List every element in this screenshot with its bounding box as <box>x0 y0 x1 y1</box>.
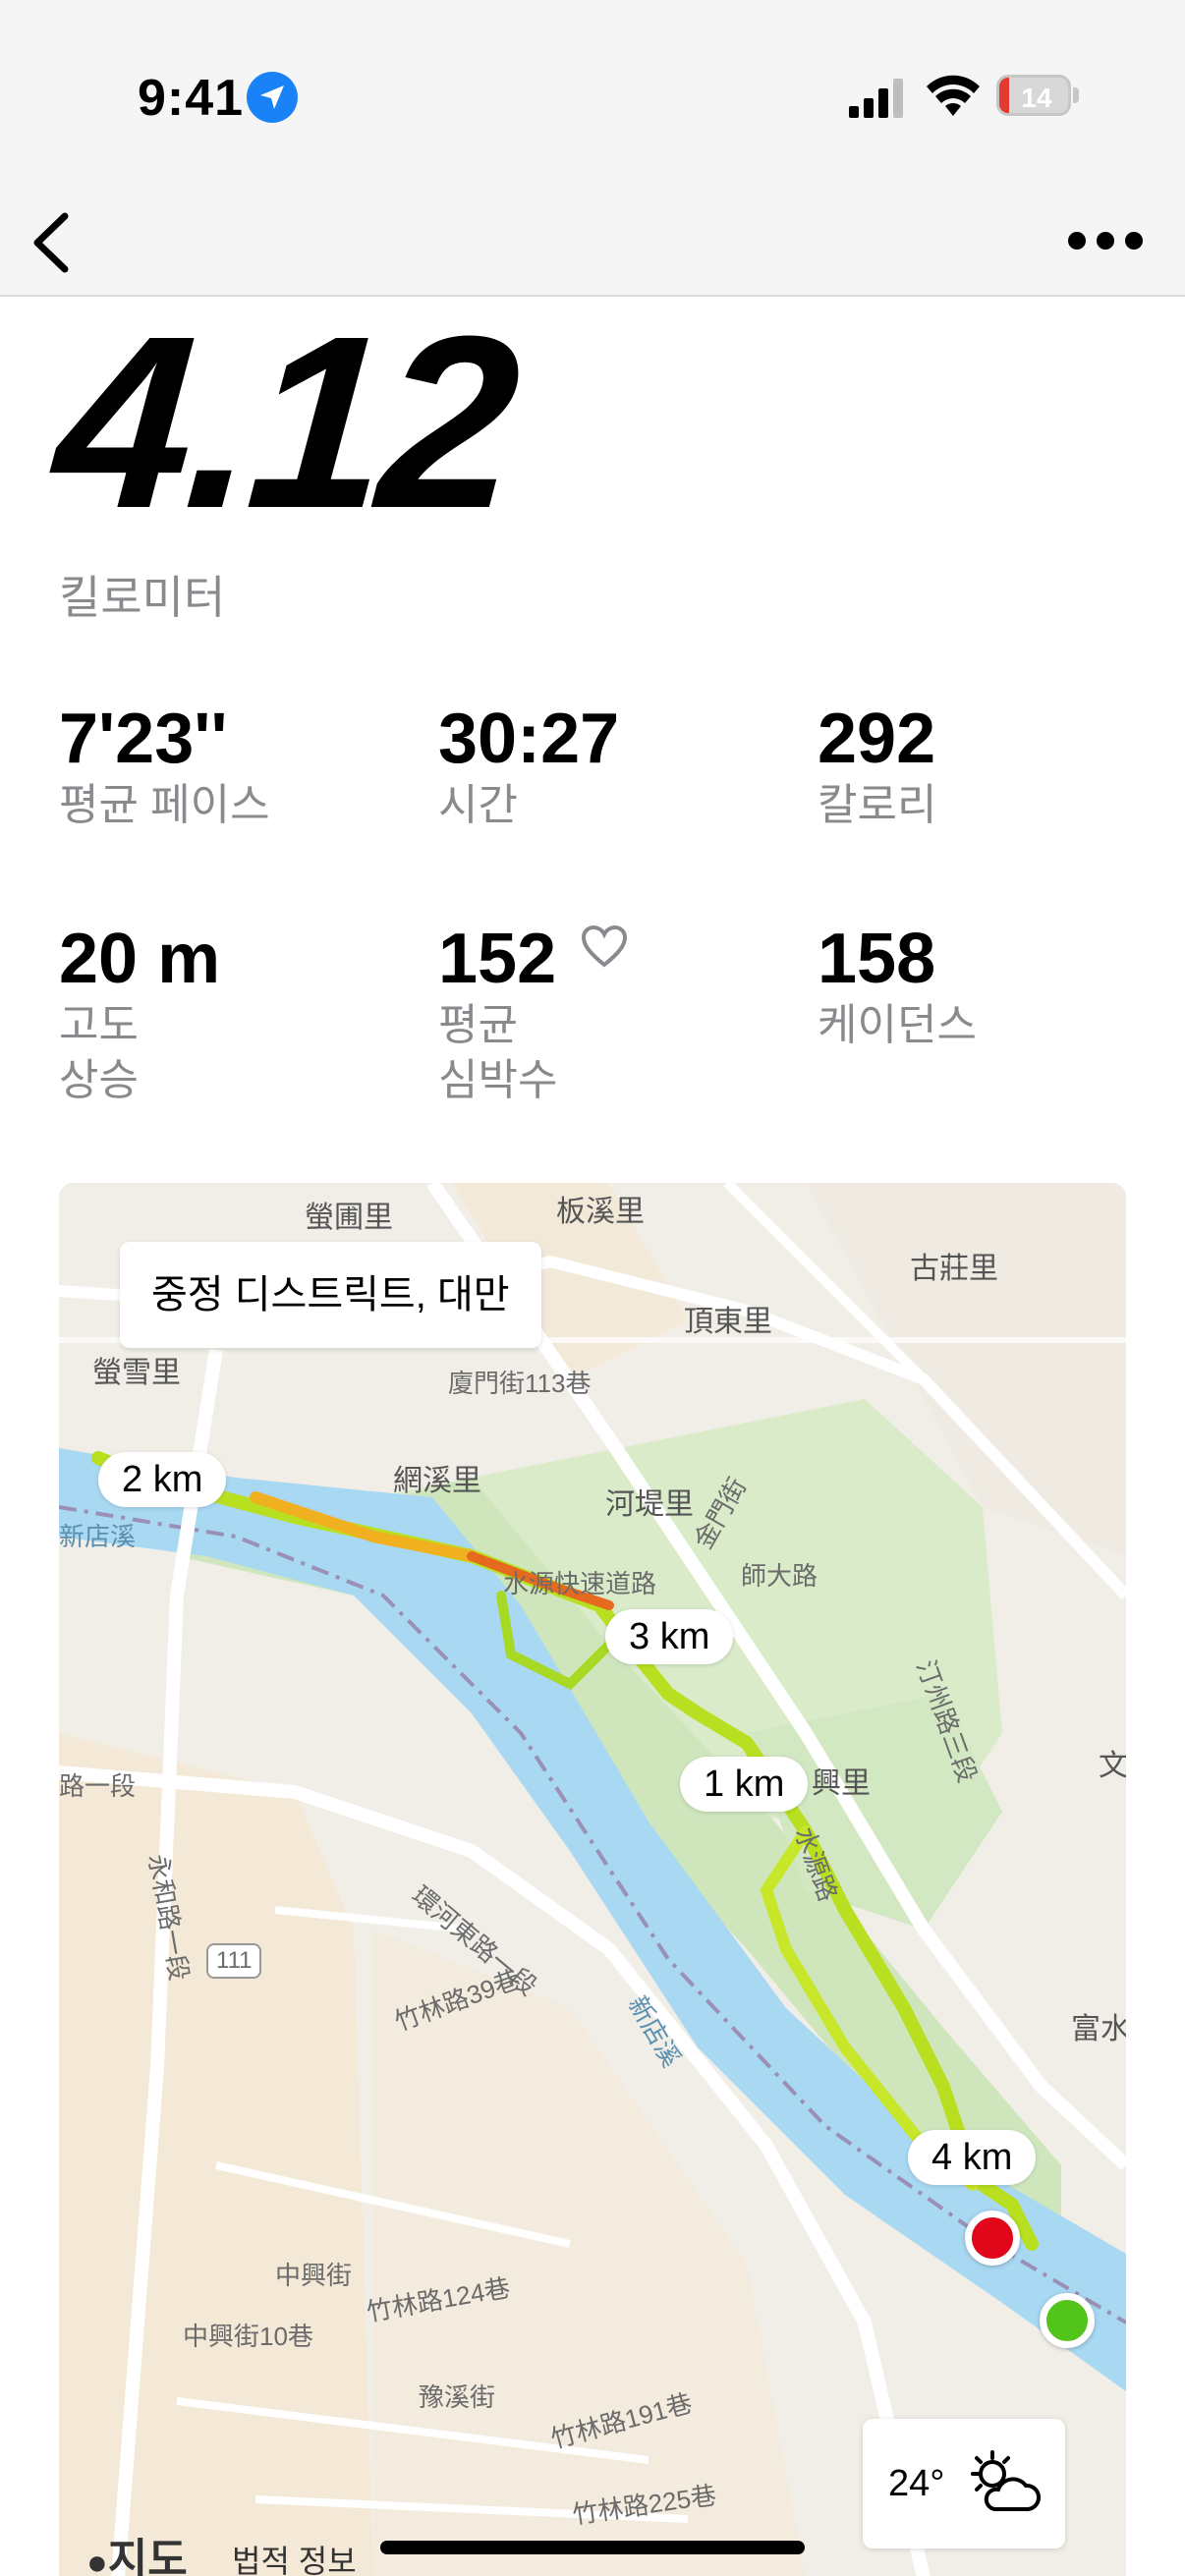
battery-icon: 14 <box>996 75 1079 116</box>
stat-cadence: 158 케이던스 <box>818 920 977 1053</box>
stat-label: 케이던스 <box>818 1001 977 1049</box>
wifi-icon <box>927 75 980 116</box>
stat-duration: 30:27 시간 <box>438 700 619 833</box>
stat-average-pace: 7'23'' 평균 페이스 <box>59 700 270 833</box>
stat-label: 시간 <box>438 781 518 829</box>
map-label: 螢雪里 <box>92 1357 181 1389</box>
stat-average-heart-rate: 152 평균 심박수 <box>438 920 557 1108</box>
stat-value: 7'23'' <box>59 700 228 778</box>
route-start-pin <box>1040 2293 1095 2348</box>
total-distance: 4.12 <box>47 285 522 559</box>
map-canvas <box>59 1183 1126 2576</box>
map-label: 河堤里 <box>605 1488 694 1521</box>
stat-calories: 292 칼로리 <box>818 700 936 833</box>
map-label: 師大路 <box>741 1561 818 1591</box>
more-options-icon[interactable] <box>1061 216 1150 265</box>
map-label: 水源快速道路 <box>503 1569 657 1598</box>
home-indicator[interactable] <box>380 2541 805 2554</box>
stat-value: 152 <box>438 920 557 998</box>
partly-cloudy-day-icon <box>971 2450 1041 2511</box>
map-label: 廈門街113巷 <box>448 1369 592 1398</box>
map-label: 古莊里 <box>910 1253 998 1285</box>
back-chevron-icon[interactable] <box>18 198 86 287</box>
heart-icon <box>581 924 628 968</box>
map-label: 頂東里 <box>684 1306 772 1338</box>
stat-value: 20 m <box>59 920 221 998</box>
cellular-signal-icon <box>849 79 903 118</box>
stat-label: 평균 페이스 <box>59 781 270 829</box>
battery-level: 14 <box>1021 83 1052 113</box>
route-end-pin <box>965 2211 1020 2266</box>
km-marker: 1 km <box>680 1757 809 1812</box>
distance-unit: 킬로미터 <box>59 572 226 623</box>
km-marker: 3 km <box>605 1609 734 1664</box>
map-label: 新店溪 <box>59 1522 137 1551</box>
map-label: 文 <box>1099 1750 1126 1782</box>
navigation-bar <box>0 187 1185 297</box>
route-shield-badge: 111 <box>206 1943 262 1979</box>
map-location-label: 중정 디스트릭트, 대만 <box>120 1242 541 1348</box>
map-label: 路一段 <box>59 1771 137 1801</box>
weather-temperature: 24° <box>888 2463 945 2504</box>
km-marker: 4 km <box>908 2130 1037 2185</box>
map-label: 螢圃里 <box>305 1202 393 1234</box>
stat-elevation-gain: 20 m 고도 상승 <box>59 920 220 1108</box>
maps-brand: ●지도 <box>86 2536 188 2576</box>
route-map[interactable]: 螢圃里 板溪里 古莊里 頂東里 螢雪里 廈門街113巷 網溪里 河堤里 水源快速… <box>59 1183 1126 2576</box>
map-label: 興里 <box>812 1767 871 1800</box>
map-label: 板溪里 <box>556 1196 645 1228</box>
map-label: 中興街 <box>275 2261 353 2290</box>
stat-value: 158 <box>818 920 936 998</box>
legal-link[interactable]: 법적 정보 <box>232 2537 357 2576</box>
map-label: 中興街10巷 <box>183 2322 313 2351</box>
location-arrow-icon <box>247 72 298 123</box>
stat-label: 고도 상승 <box>59 1001 139 1104</box>
status-time: 9:41 <box>138 70 245 127</box>
stat-value: 292 <box>818 700 936 778</box>
status-bar: 9:41 14 <box>0 0 1185 187</box>
stat-value: 30:27 <box>438 700 620 778</box>
stat-label: 평균 심박수 <box>438 1001 558 1104</box>
km-marker: 2 km <box>98 1452 227 1507</box>
map-label: 富水 <box>1071 2013 1126 2045</box>
stat-label: 칼로리 <box>818 781 937 829</box>
map-label: 豫溪街 <box>419 2382 496 2412</box>
map-label: 網溪里 <box>393 1465 481 1497</box>
weather-badge: 24° <box>863 2419 1065 2548</box>
